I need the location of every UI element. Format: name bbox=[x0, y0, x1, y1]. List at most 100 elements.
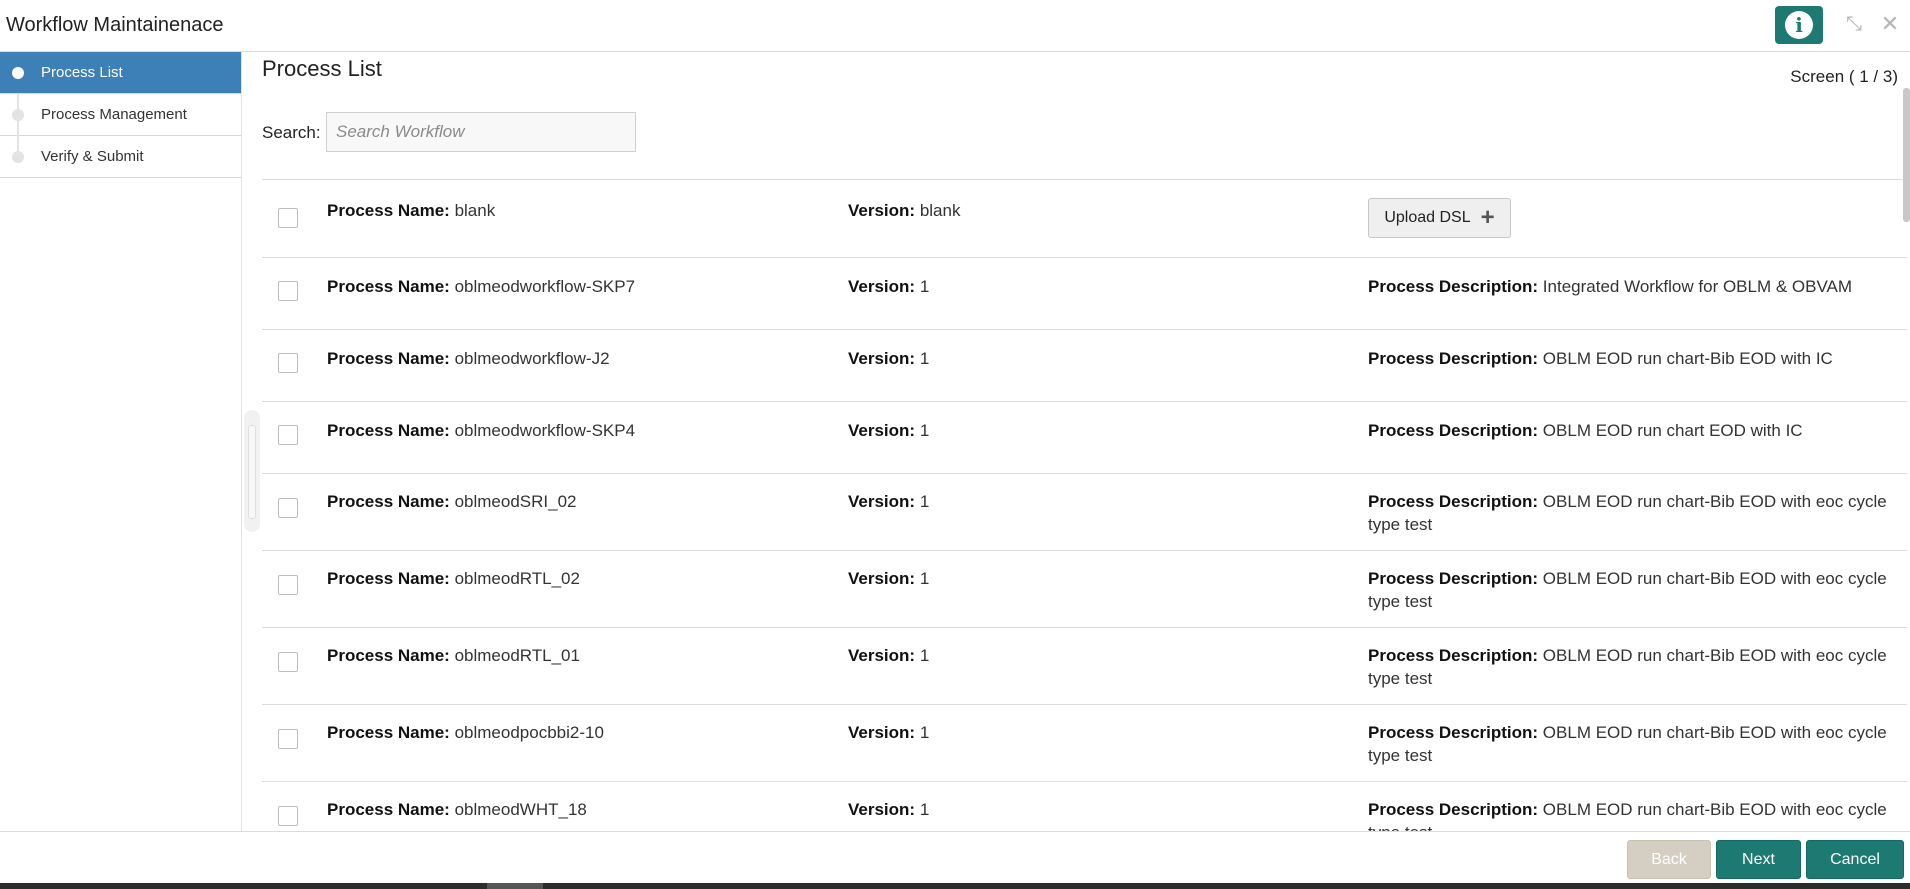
main-content: Process List Screen ( 1 / 3) Search: Pro… bbox=[262, 52, 1910, 831]
row-checkbox[interactable] bbox=[278, 729, 298, 749]
process-name-value: oblmeodRTL_02 bbox=[454, 569, 580, 588]
version-field: Version: 1 bbox=[848, 275, 1328, 298]
process-name-value: oblmeodSRI_02 bbox=[454, 492, 577, 511]
row-checkbox[interactable] bbox=[278, 652, 298, 672]
process-description-field: Process Description: OBLM EOD run chart-… bbox=[1368, 644, 1898, 690]
process-description-value: Integrated Workflow for OBLM & OBVAM bbox=[1542, 277, 1853, 296]
cancel-button[interactable]: Cancel bbox=[1806, 840, 1904, 879]
version-value: 1 bbox=[919, 800, 930, 819]
table-row: Process Name: oblmeodworkflow-SKP4 Versi… bbox=[262, 402, 1907, 474]
process-description-value: OBLM EOD run chart-Bib EOD with IC bbox=[1542, 349, 1833, 368]
process-description-value: OBLM EOD run chart EOD with IC bbox=[1542, 421, 1803, 440]
version-value: 1 bbox=[919, 349, 930, 368]
version-value: 1 bbox=[919, 421, 930, 440]
process-name-value: oblmeodworkflow-SKP4 bbox=[454, 421, 636, 440]
sidebar-item-label: Verify & Submit bbox=[41, 148, 144, 165]
process-name-label: Process Name: bbox=[327, 421, 450, 440]
table-row: Process Name: oblmeodpocbbi2-10 Version:… bbox=[262, 705, 1907, 782]
process-name-field: Process Name: oblmeodworkflow-SKP4 bbox=[327, 419, 827, 442]
process-description-field: Process Description: OBLM EOD run chart-… bbox=[1368, 721, 1898, 767]
version-field: Version: 1 bbox=[848, 490, 1328, 513]
row-checkbox[interactable] bbox=[278, 353, 298, 373]
process-name-label: Process Name: bbox=[327, 201, 450, 220]
table-row: Process Name: oblmeodRTL_01 Version: 1 P… bbox=[262, 628, 1907, 705]
process-name-label: Process Name: bbox=[327, 723, 450, 742]
process-name-value: oblmeodRTL_01 bbox=[454, 646, 580, 665]
version-label: Version: bbox=[848, 201, 916, 220]
version-field: Version: 1 bbox=[848, 567, 1328, 590]
search-label: Search: bbox=[262, 123, 321, 142]
process-description-label: Process Description: bbox=[1368, 492, 1539, 511]
version-field: Version: 1 bbox=[848, 721, 1328, 744]
plus-icon: + bbox=[1480, 204, 1495, 231]
row-checkbox[interactable] bbox=[278, 425, 298, 445]
app-title: Workflow Maintainenace bbox=[6, 14, 224, 36]
process-description-label: Process Description: bbox=[1368, 349, 1539, 368]
process-description-field: Process Description: OBLM EOD run chart-… bbox=[1368, 567, 1898, 613]
version-label: Version: bbox=[848, 349, 916, 368]
version-label: Version: bbox=[848, 277, 916, 296]
process-description-label: Process Description: bbox=[1368, 277, 1539, 296]
row-checkbox[interactable] bbox=[278, 806, 298, 826]
process-description-label: Process Description: bbox=[1368, 646, 1539, 665]
minimize-icon[interactable]: ⤡ bbox=[1842, 12, 1866, 36]
version-field: Version: 1 bbox=[848, 419, 1328, 442]
version-label: Version: bbox=[848, 800, 916, 819]
process-description-field: Process Description: OBLM EOD run chart … bbox=[1368, 419, 1898, 442]
process-name-value: oblmeodpocbbi2-10 bbox=[454, 723, 604, 742]
table-row: Process Name: oblmeodRTL_02 Version: 1 P… bbox=[262, 551, 1907, 628]
upload-dsl-button[interactable]: Upload DSL + bbox=[1368, 198, 1511, 238]
process-description-field: Process Description: Integrated Workflow… bbox=[1368, 275, 1898, 298]
version-value: 1 bbox=[919, 569, 930, 588]
row-checkbox[interactable] bbox=[278, 575, 298, 595]
row-checkbox[interactable] bbox=[278, 498, 298, 518]
footer-bar: Back Next Cancel bbox=[0, 831, 1910, 883]
vertical-scrollbar[interactable] bbox=[1903, 88, 1910, 222]
process-name-field: Process Name: oblmeodRTL_02 bbox=[327, 567, 827, 590]
panel-resize-handle[interactable] bbox=[244, 410, 260, 532]
process-name-label: Process Name: bbox=[327, 800, 450, 819]
version-label: Version: bbox=[848, 569, 916, 588]
process-name-field: Process Name: blank bbox=[327, 199, 827, 222]
process-name-value: oblmeodWHT_18 bbox=[454, 800, 587, 819]
process-name-label: Process Name: bbox=[327, 646, 450, 665]
process-name-field: Process Name: oblmeodWHT_18 bbox=[327, 798, 827, 821]
process-description-field: Process Description: OBLM EOD run chart-… bbox=[1368, 347, 1898, 370]
sidebar-item-process-list[interactable]: Process List bbox=[0, 52, 241, 94]
table-row: Process Name: oblmeodworkflow-SKP7 Versi… bbox=[262, 258, 1907, 330]
version-value: 1 bbox=[919, 277, 930, 296]
info-icon: i bbox=[1785, 11, 1813, 39]
screen-counter: Screen ( 1 / 3) bbox=[1790, 67, 1898, 86]
close-icon[interactable]: ✕ bbox=[1878, 11, 1902, 36]
process-description-label: Process Description: bbox=[1368, 569, 1539, 588]
search-input[interactable] bbox=[326, 112, 636, 152]
version-label: Version: bbox=[848, 646, 916, 665]
table-row: Process Name: blank Version: blank Uploa… bbox=[262, 180, 1907, 258]
step-dot-icon bbox=[12, 67, 24, 79]
version-value: 1 bbox=[919, 646, 930, 665]
process-name-field: Process Name: oblmeodpocbbi2-10 bbox=[327, 721, 827, 744]
version-field: Version: 1 bbox=[848, 798, 1328, 821]
process-description-label: Process Description: bbox=[1368, 421, 1539, 440]
next-button[interactable]: Next bbox=[1716, 840, 1801, 879]
version-label: Version: bbox=[848, 421, 916, 440]
taskbar bbox=[0, 883, 1910, 889]
process-list: Process Name: blank Version: blank Uploa… bbox=[262, 179, 1907, 831]
process-description-field: Process Description: OBLM EOD run chart-… bbox=[1368, 490, 1898, 536]
step-dot-icon bbox=[12, 109, 24, 121]
row-checkbox[interactable] bbox=[278, 208, 298, 228]
version-field: Version: 1 bbox=[848, 644, 1328, 667]
version-value: blank bbox=[919, 201, 961, 220]
row-checkbox[interactable] bbox=[278, 281, 298, 301]
process-name-field: Process Name: oblmeodSRI_02 bbox=[327, 490, 827, 513]
sidebar-item-verify-submit[interactable]: Verify & Submit bbox=[0, 136, 241, 178]
sidebar-item-process-management[interactable]: Process Management bbox=[0, 94, 241, 136]
process-name-field: Process Name: oblmeodworkflow-J2 bbox=[327, 347, 827, 370]
process-description-label: Process Description: bbox=[1368, 800, 1539, 819]
back-button[interactable]: Back bbox=[1627, 840, 1711, 879]
sidebar-item-label: Process List bbox=[41, 64, 123, 81]
process-name-value: oblmeodworkflow-J2 bbox=[454, 349, 610, 368]
info-button[interactable]: i bbox=[1775, 6, 1823, 44]
upload-dsl-label: Upload DSL bbox=[1384, 209, 1471, 226]
table-row: Process Name: oblmeodWHT_18 Version: 1 P… bbox=[262, 782, 1907, 831]
